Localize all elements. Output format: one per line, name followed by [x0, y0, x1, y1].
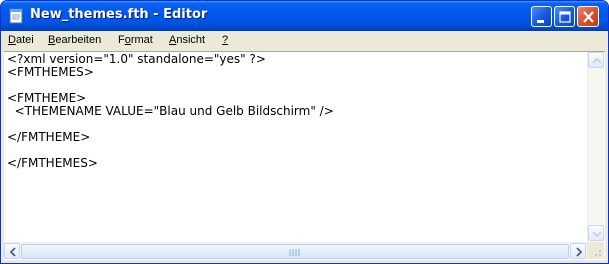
menu-format-rest: rmat	[130, 34, 153, 46]
minimize-button[interactable]	[531, 6, 552, 27]
arrow-right-icon	[576, 247, 583, 257]
maximize-button[interactable]	[554, 6, 575, 27]
menu-help-label: ?	[222, 34, 229, 46]
menu-datei-rest: atei	[15, 34, 34, 46]
window-title: New_themes.fth - Editor	[30, 7, 208, 22]
text-area[interactable]: <?xml version="1.0" standalone="yes" ?> <…	[4, 52, 587, 242]
horizontal-scroll-thumb[interactable]	[21, 244, 569, 259]
minimize-icon	[537, 20, 544, 23]
horizontal-scrollbar[interactable]	[4, 242, 587, 259]
menu-format[interactable]: Format	[118, 34, 153, 46]
menu-bearbeiten-rest: earbeiten	[55, 34, 102, 46]
maximize-icon	[559, 11, 571, 23]
scroll-up-button[interactable]	[588, 52, 604, 68]
title-bar[interactable]: New_themes.fth - Editor	[1, 1, 608, 31]
menu-format-f: F	[118, 34, 125, 46]
text-line: <THEMENAME VALUE="Blau und Gelb Bildschi…	[7, 104, 334, 118]
text-line: <FMTHEMES>	[7, 65, 94, 79]
menu-ansicht-rest: nsicht	[176, 34, 206, 46]
menu-bar: Datei Bearbeiten Format Ansicht ?	[4, 31, 605, 51]
scroll-right-button[interactable]	[570, 243, 586, 259]
document-text: <?xml version="1.0" standalone="yes" ?> <…	[7, 53, 334, 170]
scroll-grip-icon	[289, 249, 300, 256]
menu-bearbeiten[interactable]: Bearbeiten	[48, 34, 101, 46]
close-button[interactable]	[577, 6, 599, 27]
notepad-icon[interactable]	[8, 8, 24, 24]
arrow-left-icon	[9, 247, 16, 257]
editor-window: New_themes.fth - Editor Datei Bearbeiten…	[0, 0, 609, 264]
scroll-left-button[interactable]	[4, 243, 20, 259]
menu-datei[interactable]: Datei	[8, 34, 34, 46]
editor-client-area: <?xml version="1.0" standalone="yes" ?> <…	[4, 51, 605, 260]
resize-grip-icon	[595, 250, 601, 256]
menu-help[interactable]: ?	[222, 34, 228, 46]
arrow-up-icon	[592, 57, 602, 64]
vertical-scrollbar[interactable]	[587, 52, 604, 242]
scroll-down-button[interactable]	[588, 225, 604, 241]
size-grip[interactable]	[587, 242, 604, 259]
text-line: </FMTHEME>	[7, 130, 91, 144]
text-line: </FMTHEMES>	[7, 156, 98, 170]
close-icon	[583, 11, 594, 23]
menu-ansicht[interactable]: Ansicht	[169, 34, 205, 46]
menu-datei-accesskey: D	[8, 34, 16, 46]
arrow-down-icon	[592, 231, 602, 238]
